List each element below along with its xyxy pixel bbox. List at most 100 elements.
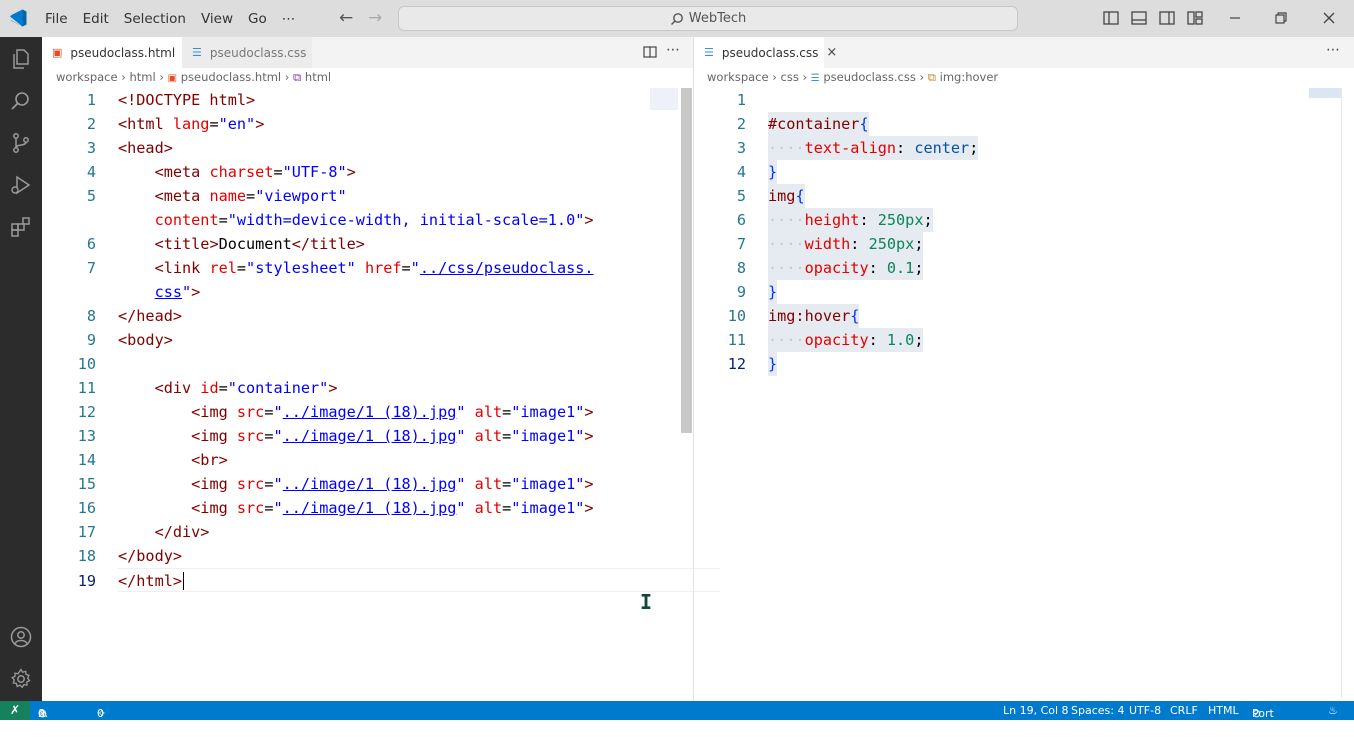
breadcrumb-item[interactable]: img:hover bbox=[940, 70, 999, 84]
more-actions-icon[interactable]: ⋯ bbox=[1326, 42, 1340, 58]
breadcrumb-item[interactable]: pseudoclass.html bbox=[181, 70, 281, 84]
close-icon[interactable]: × bbox=[826, 45, 837, 60]
menu-file[interactable]: File bbox=[45, 11, 68, 27]
code-line[interactable]: 12} bbox=[694, 352, 1340, 376]
code-line[interactable]: 12 <img src="../image/1 (18).jpg" alt="i… bbox=[42, 400, 680, 424]
notifications-bell-icon[interactable]: ♨ bbox=[1328, 704, 1338, 717]
css-editor-scrollbar[interactable] bbox=[1341, 88, 1342, 698]
code-text: } bbox=[768, 352, 778, 376]
split-editor-icon[interactable] bbox=[643, 45, 657, 59]
code-token: <head> bbox=[118, 139, 173, 157]
code-line[interactable]: 5 <meta name="viewport" bbox=[42, 184, 680, 208]
menu-view[interactable]: View bbox=[201, 11, 233, 27]
forward-arrow-icon[interactable]: → bbox=[368, 8, 382, 28]
breadcrumb-item[interactable]: workspace bbox=[56, 70, 118, 84]
code-line[interactable]: 2 #container{ bbox=[694, 112, 1340, 136]
code-line[interactable]: 7 <link rel="stylesheet" href="../css/ps… bbox=[42, 256, 680, 280]
code-line[interactable]: 11 <div id="container"> bbox=[42, 376, 680, 400]
tab-pseudoclass-css[interactable]: ☰ pseudoclass.css bbox=[182, 37, 312, 68]
code-line[interactable]: 7 ····width: 250px; bbox=[694, 232, 1340, 256]
cursor-position[interactable]: Ln 19, Col 8 bbox=[1003, 704, 1069, 717]
tab-pseudoclass-css[interactable]: ☰ pseudoclass.css × bbox=[694, 37, 837, 68]
restore-icon[interactable] bbox=[1272, 9, 1290, 27]
menu-edit[interactable]: Edit bbox=[83, 11, 109, 27]
code-line[interactable]: 18 </body> bbox=[42, 544, 680, 568]
editor-group-divider[interactable] bbox=[693, 37, 694, 701]
code-line[interactable]: 4 <meta charset="UTF-8"> bbox=[42, 160, 680, 184]
line-number: 16 bbox=[77, 499, 96, 517]
back-arrow-icon[interactable]: ← bbox=[339, 8, 353, 28]
code-line[interactable]: 4} bbox=[694, 160, 1340, 184]
menu-more[interactable]: ⋯ bbox=[282, 11, 296, 27]
code-line[interactable]: 14 <br> bbox=[42, 448, 680, 472]
port-label: Port : 5501 bbox=[1252, 707, 1280, 746]
toggle-primary-sidebar-icon[interactable] bbox=[1102, 9, 1120, 27]
code-line[interactable]: 6 ····height: 250px; bbox=[694, 208, 1340, 232]
code-line[interactable]: 10 bbox=[42, 352, 680, 376]
breadcrumb-item[interactable]: workspace bbox=[707, 70, 769, 84]
code-line[interactable]: 5 img{ bbox=[694, 184, 1340, 208]
code-line[interactable]: 1 <!DOCTYPE html> bbox=[42, 88, 680, 112]
code-text: </div> bbox=[118, 520, 210, 544]
code-line[interactable]: 9} bbox=[694, 280, 1340, 304]
close-window-icon[interactable] bbox=[1320, 9, 1338, 27]
toggle-secondary-sidebar-icon[interactable] bbox=[1158, 9, 1176, 27]
customize-layout-icon[interactable] bbox=[1186, 9, 1204, 27]
code-line[interactable]: 1 bbox=[694, 88, 1340, 112]
search-icon[interactable] bbox=[9, 89, 33, 113]
code-text: <div id="container"> bbox=[118, 376, 338, 400]
code-line[interactable]: 10 img:hover{ bbox=[694, 304, 1340, 328]
code-line[interactable]: 11 ····opacity: 1.0; bbox=[694, 328, 1340, 352]
toggle-panel-icon[interactable] bbox=[1130, 9, 1148, 27]
code-token: = bbox=[502, 403, 512, 421]
more-actions-icon[interactable]: ⋯ bbox=[666, 42, 680, 58]
code-line[interactable]: 17 </div> bbox=[42, 520, 680, 544]
css-minimap[interactable] bbox=[1309, 88, 1341, 98]
extensions-icon[interactable] bbox=[9, 215, 33, 239]
code-line[interactable]: 3 ····text-align: center; bbox=[694, 136, 1340, 160]
tab-pseudoclass-html[interactable]: ▣ pseudoclass.html × bbox=[42, 37, 194, 68]
breadcrumb-item[interactable]: pseudoclass.css bbox=[823, 70, 916, 84]
breadcrumb-item[interactable]: html bbox=[305, 70, 331, 84]
language-mode[interactable]: HTML bbox=[1208, 704, 1239, 717]
text-cursor-icon: I bbox=[640, 590, 653, 614]
code-line[interactable]: 2 <html lang="en"> bbox=[42, 112, 680, 136]
code-token: rel bbox=[209, 259, 237, 277]
code-token: href bbox=[364, 259, 402, 277]
line-number: 11 bbox=[727, 331, 746, 349]
html-editor[interactable]: 1 <!DOCTYPE html> 2 <html lang="en"> 3 <head>… bbox=[42, 88, 720, 698]
code-line[interactable]: 13 <img src="../image/1 (18).jpg" alt="i… bbox=[42, 424, 680, 448]
code-line[interactable]: 9 <body> bbox=[42, 328, 680, 352]
remote-indicator-icon[interactable]: ✗ bbox=[0, 701, 30, 720]
end-of-line[interactable]: CRLF bbox=[1170, 704, 1198, 717]
code-line[interactable]: 16 <img src="../image/1 (18).jpg" alt="i… bbox=[42, 496, 680, 520]
code-line[interactable]: 19 </html>​ bbox=[78, 568, 720, 592]
run-debug-icon[interactable] bbox=[9, 173, 33, 197]
code-token: <meta bbox=[154, 187, 210, 205]
explorer-icon[interactable] bbox=[9, 47, 33, 71]
code-line[interactable]: 3 <head> bbox=[42, 136, 680, 160]
breadcrumb-item[interactable]: html bbox=[130, 70, 156, 84]
indentation[interactable]: Spaces: 4 bbox=[1071, 704, 1124, 717]
source-control-icon[interactable] bbox=[9, 131, 33, 155]
command-center[interactable]: WebTech bbox=[398, 6, 1018, 31]
encoding[interactable]: UTF-8 bbox=[1129, 704, 1161, 717]
code-line[interactable]: 15 <img src="../image/1 (18).jpg" alt="i… bbox=[42, 472, 680, 496]
html-minimap[interactable] bbox=[650, 88, 678, 110]
menu-go[interactable]: Go bbox=[248, 11, 267, 27]
menu-selection[interactable]: Selection bbox=[124, 11, 186, 27]
code-line[interactable]: content="width=device-width, initial-sca… bbox=[42, 208, 680, 232]
minimize-icon[interactable] bbox=[1226, 9, 1244, 27]
code-line[interactable]: 8 </head> bbox=[42, 304, 680, 328]
settings-gear-icon[interactable] bbox=[9, 667, 33, 691]
warning-count: 0 bbox=[38, 707, 45, 720]
accounts-icon[interactable] bbox=[9, 625, 33, 649]
text-caret: ​ bbox=[183, 572, 185, 590]
code-line[interactable]: 8 ····opacity: 0.1; bbox=[694, 256, 1340, 280]
code-line[interactable]: css"> bbox=[42, 280, 680, 304]
html-editor-scrollbar[interactable] bbox=[681, 88, 692, 433]
breadcrumb-item[interactable]: css bbox=[781, 70, 799, 84]
code-line[interactable]: 6 <title>Document</title> bbox=[42, 232, 680, 256]
code-text: <img src="../image/1 (18).jpg" alt="imag… bbox=[118, 472, 593, 496]
css-editor[interactable]: 1 2 #container{3 ····text-align: center; 4} 5… bbox=[694, 88, 1340, 698]
